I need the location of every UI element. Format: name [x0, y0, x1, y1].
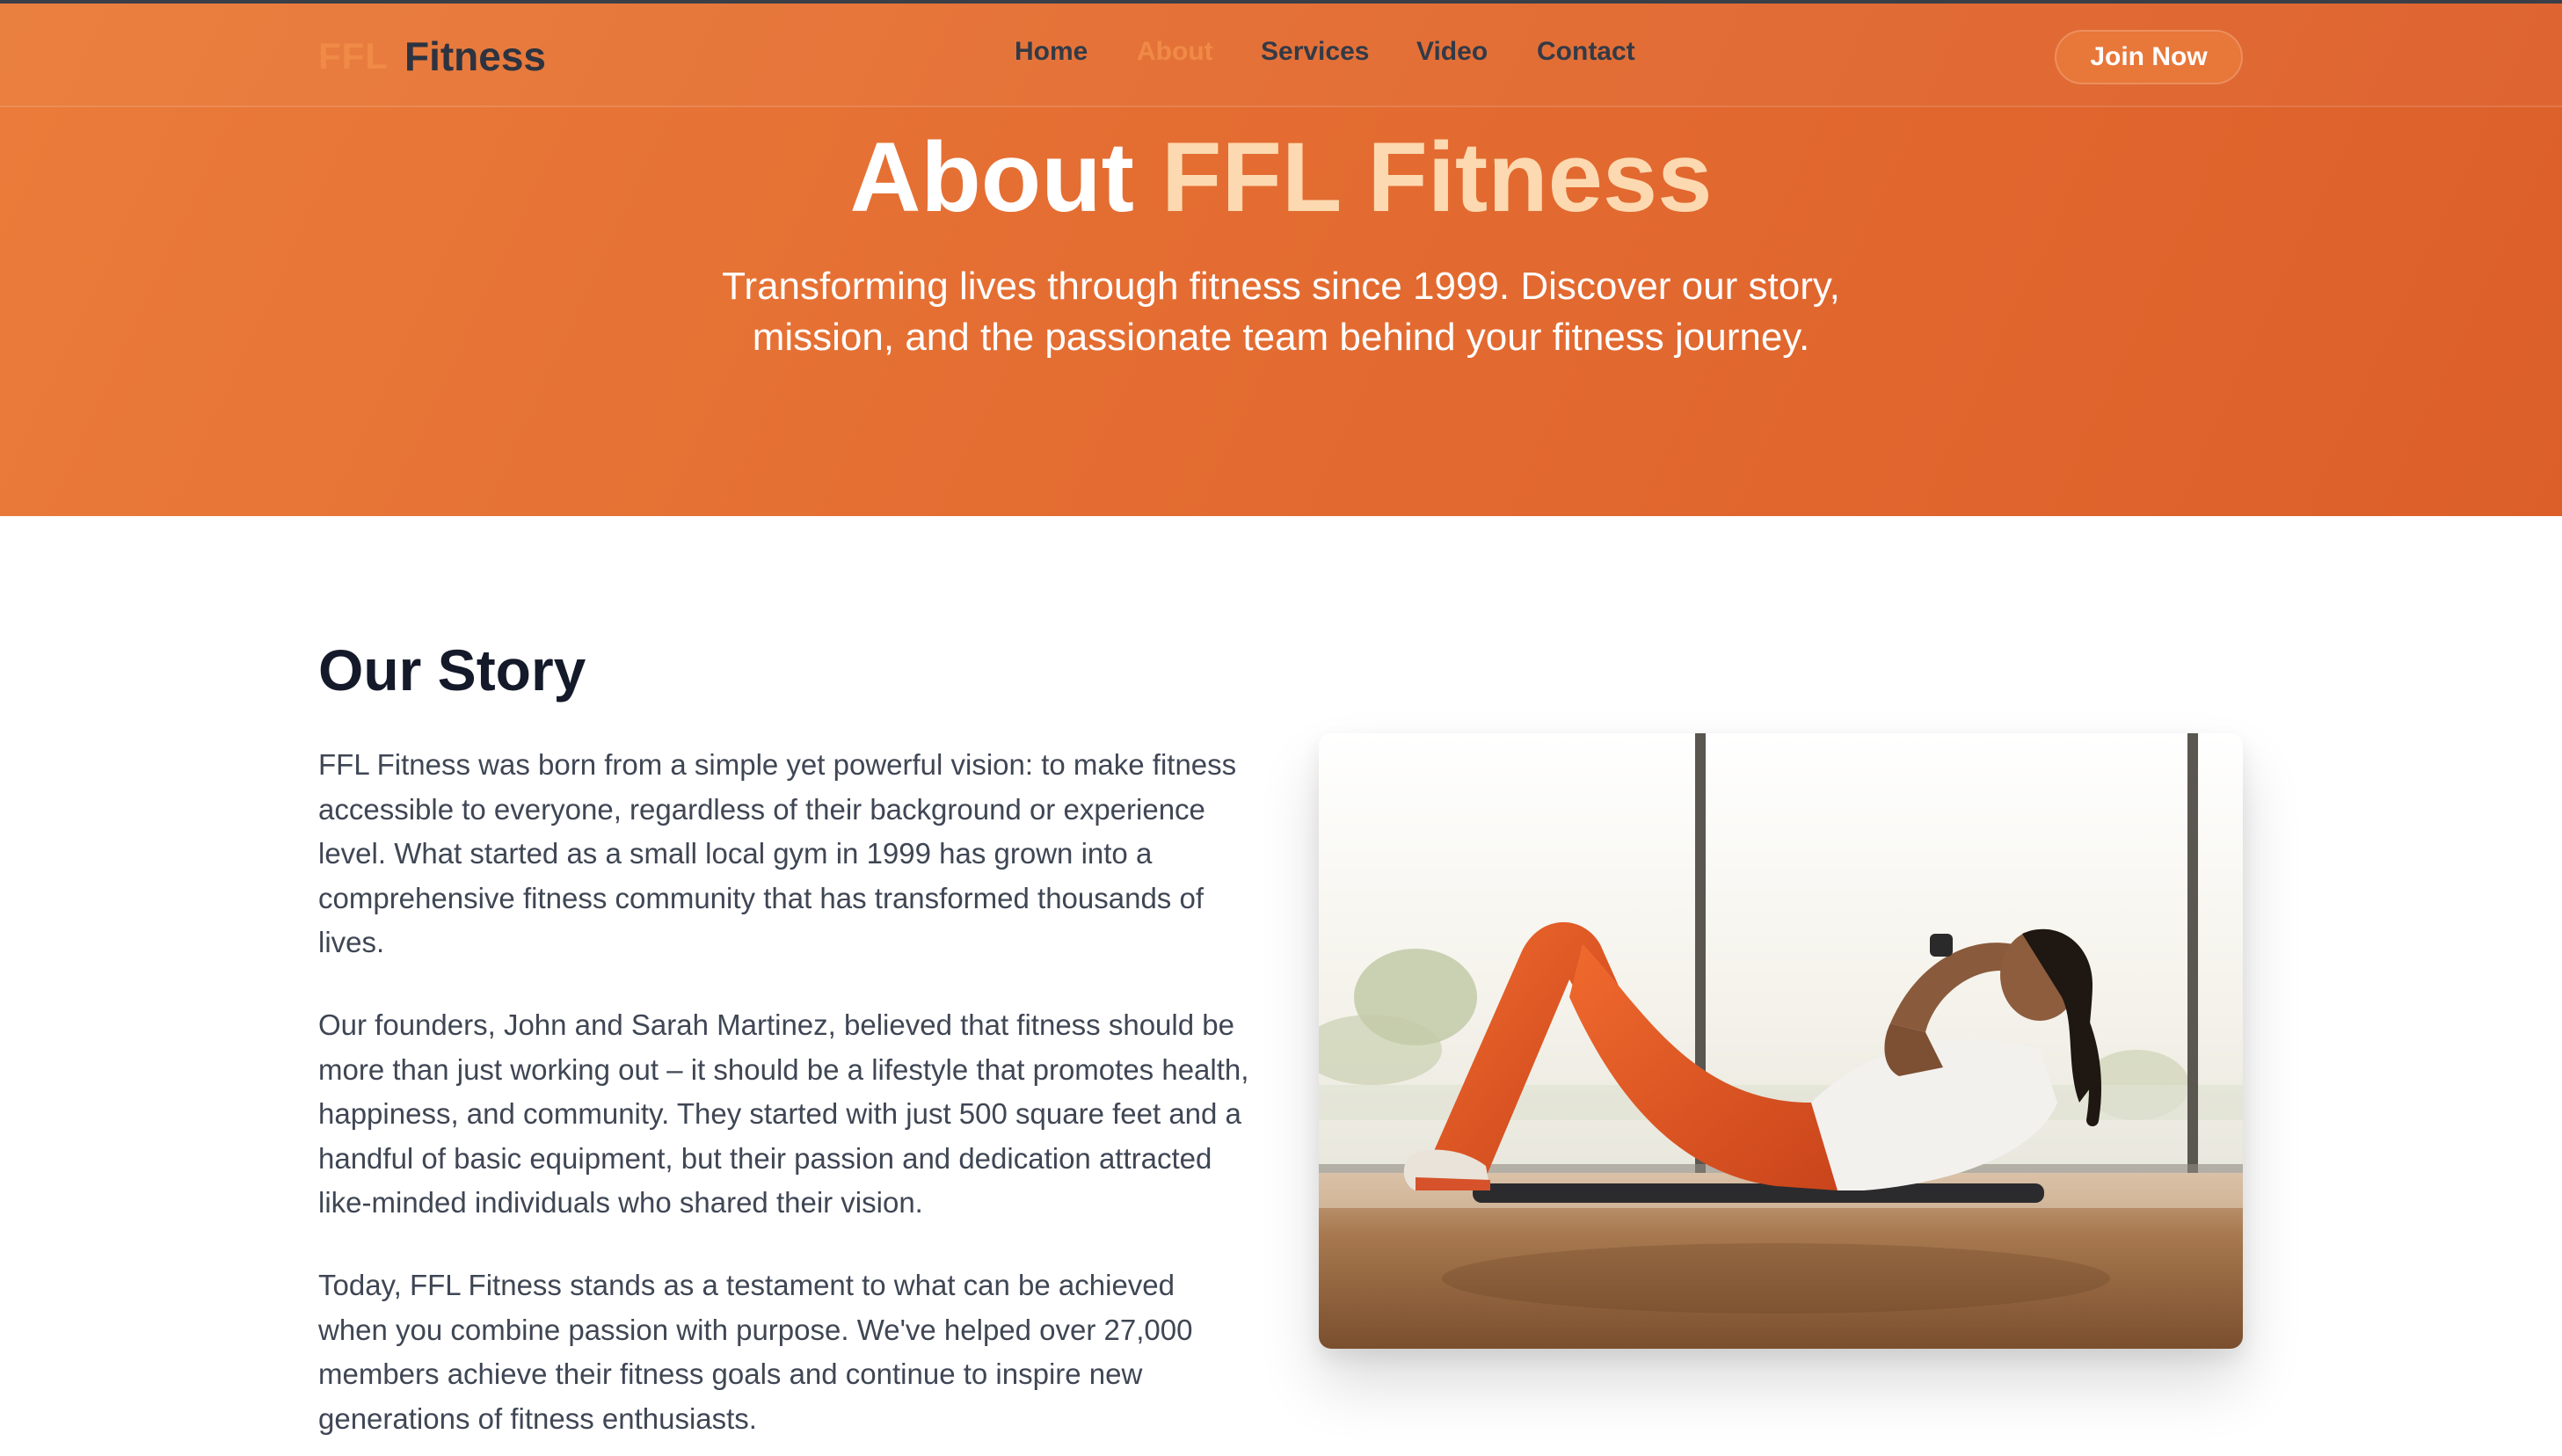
nav-contact-link[interactable]: Contact — [1537, 37, 1635, 67]
story-paragraph-2: Our founders, John and Sarah Martinez, b… — [318, 1008, 1249, 1219]
story-paragraph-1: FFL Fitness was born from a simple yet p… — [318, 748, 1237, 958]
hero-banner: FFL Fitness Home About Services Video Co… — [0, 0, 2562, 516]
brand-logo[interactable]: FFL Fitness — [318, 30, 546, 83]
story-photo — [1319, 733, 2243, 1349]
title-lead: About — [849, 122, 1134, 232]
woman-doing-crunches-illustration — [1319, 733, 2243, 1349]
nav-about-link[interactable]: About — [1137, 37, 1213, 67]
story-paragraph-3: Today, FFL Fitness stands as a testament… — [318, 1269, 1193, 1435]
story-heading: Our Story — [318, 637, 586, 703]
title-accent: FFL Fitness — [1161, 122, 1713, 232]
join-now-button[interactable]: Join Now — [2055, 30, 2243, 84]
nav-home-link[interactable]: Home — [1015, 37, 1088, 67]
nav-video-link[interactable]: Video — [1416, 37, 1488, 67]
nav-services-link[interactable]: Services — [1261, 37, 1369, 67]
hero-subtitle: Transforming lives through fitness since… — [722, 265, 1840, 359]
navbar: FFL Fitness Home About Services Video Co… — [0, 4, 2562, 107]
page-title: About FFL Fitness — [0, 116, 2562, 239]
logo-mark: FFL — [318, 35, 389, 76]
top-border — [0, 0, 2562, 4]
logo-text: Fitness — [404, 33, 547, 79]
